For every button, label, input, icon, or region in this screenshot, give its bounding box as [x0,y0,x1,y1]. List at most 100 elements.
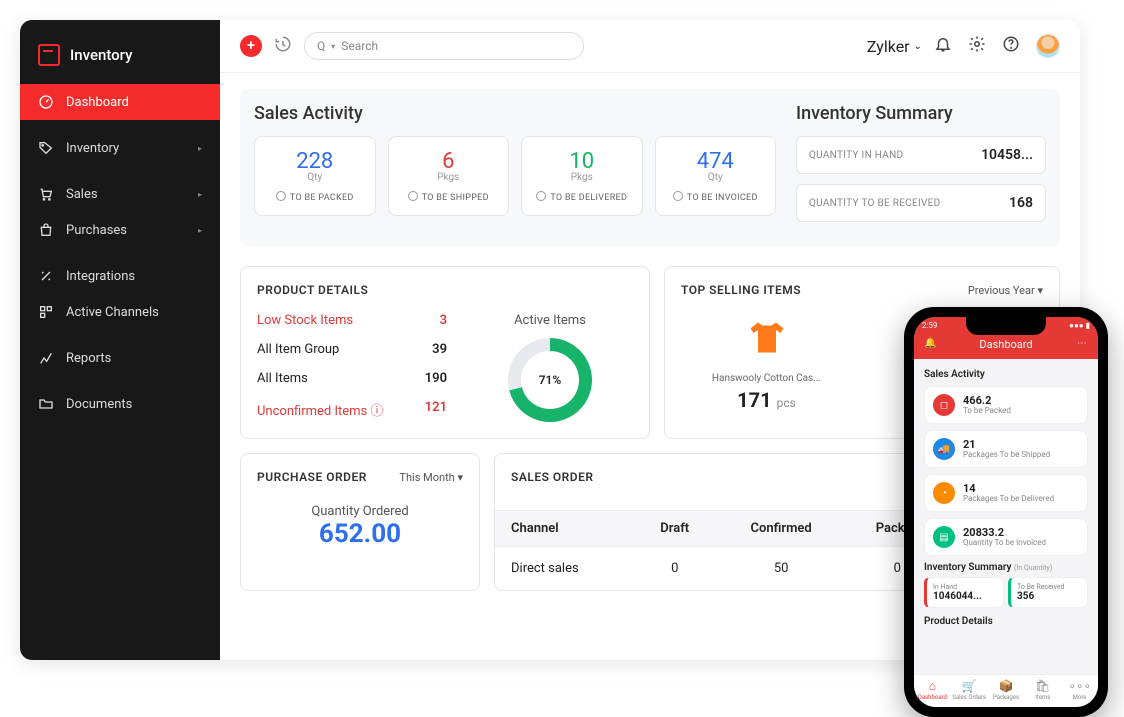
sidebar-item-label: Integrations [66,269,135,284]
mobile-nav-items[interactable]: 🛍Items [1024,679,1061,701]
pd-stat-low-stock[interactable]: Low Stock Items 3 [257,313,447,328]
sidebar-item-label: Inventory [66,141,119,156]
mobile-sa-label: Packages To be Shipped [963,450,1050,459]
sidebar-item-purchases[interactable]: Purchases ▸ [20,212,220,248]
top-selling-item[interactable]: Hanswooly Cotton Cas... 171 pcs [681,311,852,412]
sa-value: 10 [528,149,636,174]
pd-stat-unconfirmed[interactable]: Unconfirmed Items ⓘ 121 [257,400,447,419]
receipt-icon: ▤ [933,526,955,548]
mobile-sa-value: 20833.2 [963,527,1046,538]
purchase-order-period-dropdown[interactable]: This Month ▾ [399,471,463,484]
sales-activity-panel: Sales Activity 228 Qty TO BE PACKED 6 Pk… [254,103,776,232]
avatar[interactable] [1036,34,1060,58]
pd-stat-item-group[interactable]: All Item Group 39 [257,342,447,357]
mobile-sa-label: Quantity To be Invoiced [963,538,1046,547]
inv-row-in-hand: QUANTITY IN HAND 10458... [796,136,1046,174]
bell-icon[interactable] [934,35,952,57]
mobile-sa-title: Sales Activity [924,369,1088,380]
product-count: 171 pcs [681,388,852,412]
sidebar-item-inventory[interactable]: Inventory ▸ [20,130,220,166]
mobile-sa-card-shipped[interactable]: 🚚 21 Packages To be Shipped [924,430,1088,468]
sidebar-item-integrations[interactable]: Integrations [20,258,220,294]
help-icon[interactable] [1002,35,1020,57]
sa-card-delivered[interactable]: 10 Pkgs TO BE DELIVERED [521,136,643,216]
sidebar-item-reports[interactable]: Reports [20,340,220,376]
topbar: + Q ▾ Search Zylker ⌄ [220,20,1080,73]
mobile-time: 2:59 [922,321,937,330]
product-details-stats: Low Stock Items 3 All Item Group 39 All … [257,313,447,422]
brand-logo-icon [38,44,60,66]
cart-icon: 🛒 [951,679,988,693]
mobile-sa-card-invoiced[interactable]: ▤ 20833.2 Quantity To be Invoiced [924,518,1088,556]
org-name: Zylker [867,37,910,56]
pd-stat-all-items[interactable]: All Items 190 [257,371,447,386]
sidebar-item-documents[interactable]: Documents [20,386,220,422]
bell-icon[interactable]: 🔔 [924,338,936,349]
inv-label: QUANTITY IN HAND [809,150,903,161]
top-selling-title: TOP SELLING ITEMS [681,283,801,297]
search-input[interactable]: Q ▾ Search [304,32,584,60]
mobile-nav-more[interactable]: ∘∘∘More [1061,679,1098,701]
inventory-summary-panel: Inventory Summary QUANTITY IN HAND 10458… [796,103,1046,232]
history-icon[interactable] [274,35,292,57]
chevron-down-icon: ▾ [331,42,335,51]
mobile-sa-card-packed[interactable]: ◻ 466.2 To be Packed [924,386,1088,424]
inventory-summary-title: Inventory Summary [796,103,1046,124]
sidebar-item-label: Active Channels [66,305,159,320]
cart-icon [38,186,54,202]
sa-card-packed[interactable]: 228 Qty TO BE PACKED [254,136,376,216]
pd-value: 39 [432,342,447,357]
sa-card-shipped[interactable]: 6 Pkgs TO BE SHIPPED [388,136,510,216]
sa-unit: Qty [662,172,770,183]
caret-down-icon: ▾ [1037,284,1043,297]
signal-icon: ●●● ▮ [1069,321,1090,330]
chevron-right-icon: ▸ [198,144,202,153]
sa-unit: Pkgs [395,172,503,183]
more-icon[interactable]: ⋯ [1077,338,1088,349]
gear-icon[interactable] [968,35,986,57]
bag-icon: 🛍 [1024,679,1061,693]
caret-down-icon: ▾ [457,471,463,484]
col-draft: Draft [633,511,717,547]
plug-icon [38,268,54,284]
sa-label: TO BE PACKED [261,191,369,203]
channels-icon [38,304,54,320]
brand: Inventory [20,34,220,84]
mobile-nav-packages[interactable]: 📦Packages [988,679,1025,701]
mobile-sa-card-delivered[interactable]: ◔ 14 Packages To be Delivered [924,474,1088,512]
mobile-inv-row: In Hand 1046044... To Be Received 356 [924,577,1088,608]
sidebar-item-dashboard[interactable]: Dashboard [20,84,220,120]
org-switcher[interactable]: Zylker ⌄ [867,37,922,56]
mobile-header-title: Dashboard [979,338,1032,351]
sa-label: TO BE SHIPPED [395,191,503,203]
po-label: Quantity Ordered [257,504,463,519]
product-unit: pcs [777,396,796,410]
sidebar-item-active-channels[interactable]: Active Channels [20,294,220,330]
inv-value: 10458... [981,147,1033,163]
sa-value: 6 [395,149,503,174]
pd-label: All Item Group [257,342,339,357]
clock-icon: ◔ [933,482,955,504]
search-icon: Q [317,39,325,53]
mobile-inv-value: 1046044... [933,591,997,602]
check-circle-icon [276,191,286,201]
mobile-nav-sales-orders[interactable]: 🛒Sales Orders [951,679,988,701]
sa-card-invoiced[interactable]: 474 Qty TO BE INVOICED [655,136,777,216]
top-panels: Sales Activity 228 Qty TO BE PACKED 6 Pk… [240,89,1060,246]
quick-create-button[interactable]: + [240,35,262,57]
mobile-inv-value: 356 [1017,591,1081,602]
product-details-title: PRODUCT DETAILS [257,283,633,297]
sidebar-item-sales[interactable]: Sales ▸ [20,176,220,212]
product-image-icon [681,311,852,367]
mobile-nav-dashboard[interactable]: ⌂Dashboard [914,679,951,701]
col-channel: Channel [495,511,633,547]
purchase-order-card: PURCHASE ORDER This Month ▾ Quantity Ord… [240,453,480,591]
chevron-right-icon: ▸ [198,190,202,199]
col-confirmed: Confirmed [717,511,846,547]
home-icon: ⌂ [914,679,951,693]
cell-confirmed: 50 [717,547,846,591]
donut-value: 71% [521,351,579,409]
cell-channel: Direct sales [495,547,633,591]
sales-activity-cards: 228 Qty TO BE PACKED 6 Pkgs TO BE SHIPPE… [254,136,776,216]
top-selling-period-dropdown[interactable]: Previous Year ▾ [968,284,1043,297]
